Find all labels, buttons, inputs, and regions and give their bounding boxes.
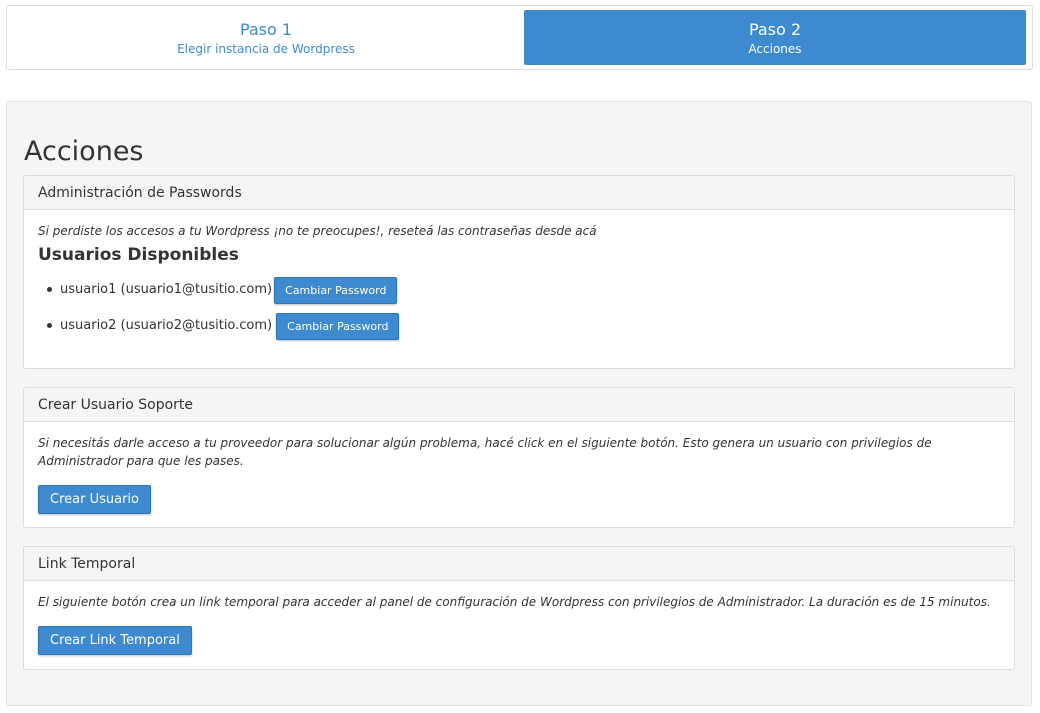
step-1-subtitle: Elegir instancia de Wordpress xyxy=(177,42,355,56)
step-2[interactable]: Paso 2 Acciones xyxy=(524,10,1026,65)
passwords-panel-body: Si perdiste los accesos a tu Wordpress ¡… xyxy=(24,210,1014,356)
change-password-button[interactable]: Cambiar Password xyxy=(274,276,398,304)
step-1[interactable]: Paso 1 Elegir instancia de Wordpress xyxy=(15,10,517,65)
link-panel-heading: Link Temporal xyxy=(24,547,1014,581)
change-password-button[interactable]: Cambiar Password xyxy=(276,312,400,340)
link-description: El siguiente botón crea un link temporal… xyxy=(38,595,991,609)
user-list: usuario1 (usuario1@tusitio.com) Cambiar … xyxy=(38,272,1000,344)
create-user-button[interactable]: Crear Usuario xyxy=(38,485,151,514)
passwords-panel: Administración de Passwords Si perdiste … xyxy=(23,175,1015,369)
create-temporary-link-button[interactable]: Crear Link Temporal xyxy=(38,626,192,655)
user-label: usuario1 (usuario1@tusitio.com) xyxy=(60,282,273,297)
user-label: usuario2 (usuario2@tusitio.com) xyxy=(60,318,273,333)
wizard-steps: Paso 1 Elegir instancia de Wordpress Pas… xyxy=(6,5,1033,70)
user-list-item: usuario2 (usuario2@tusitio.com) Cambiar … xyxy=(47,308,1000,344)
passwords-description: Si perdiste los accesos a tu Wordpress ¡… xyxy=(38,224,597,238)
actions-well: Acciones Administración de Passwords Si … xyxy=(6,101,1032,706)
support-panel-heading: Crear Usuario Soporte xyxy=(24,388,1014,422)
users-title: Usuarios Disponibles xyxy=(38,245,239,265)
temporary-link-panel: Link Temporal El siguiente botón crea un… xyxy=(23,546,1015,670)
support-description: Si necesitás darle acceso a tu proveedor… xyxy=(38,436,932,468)
support-panel-body: Si necesitás darle acceso a tu proveedor… xyxy=(24,422,1014,526)
step-2-title: Paso 2 xyxy=(748,20,802,39)
link-panel-body: El siguiente botón crea un link temporal… xyxy=(24,581,1014,667)
passwords-panel-heading: Administración de Passwords xyxy=(24,176,1014,210)
user-list-item: usuario1 (usuario1@tusitio.com) Cambiar … xyxy=(47,272,1000,308)
step-2-subtitle: Acciones xyxy=(748,42,802,56)
support-user-panel: Crear Usuario Soporte Si necesitás darle… xyxy=(23,387,1015,528)
step-1-title: Paso 1 xyxy=(239,20,293,39)
page-title: Acciones xyxy=(24,136,144,167)
